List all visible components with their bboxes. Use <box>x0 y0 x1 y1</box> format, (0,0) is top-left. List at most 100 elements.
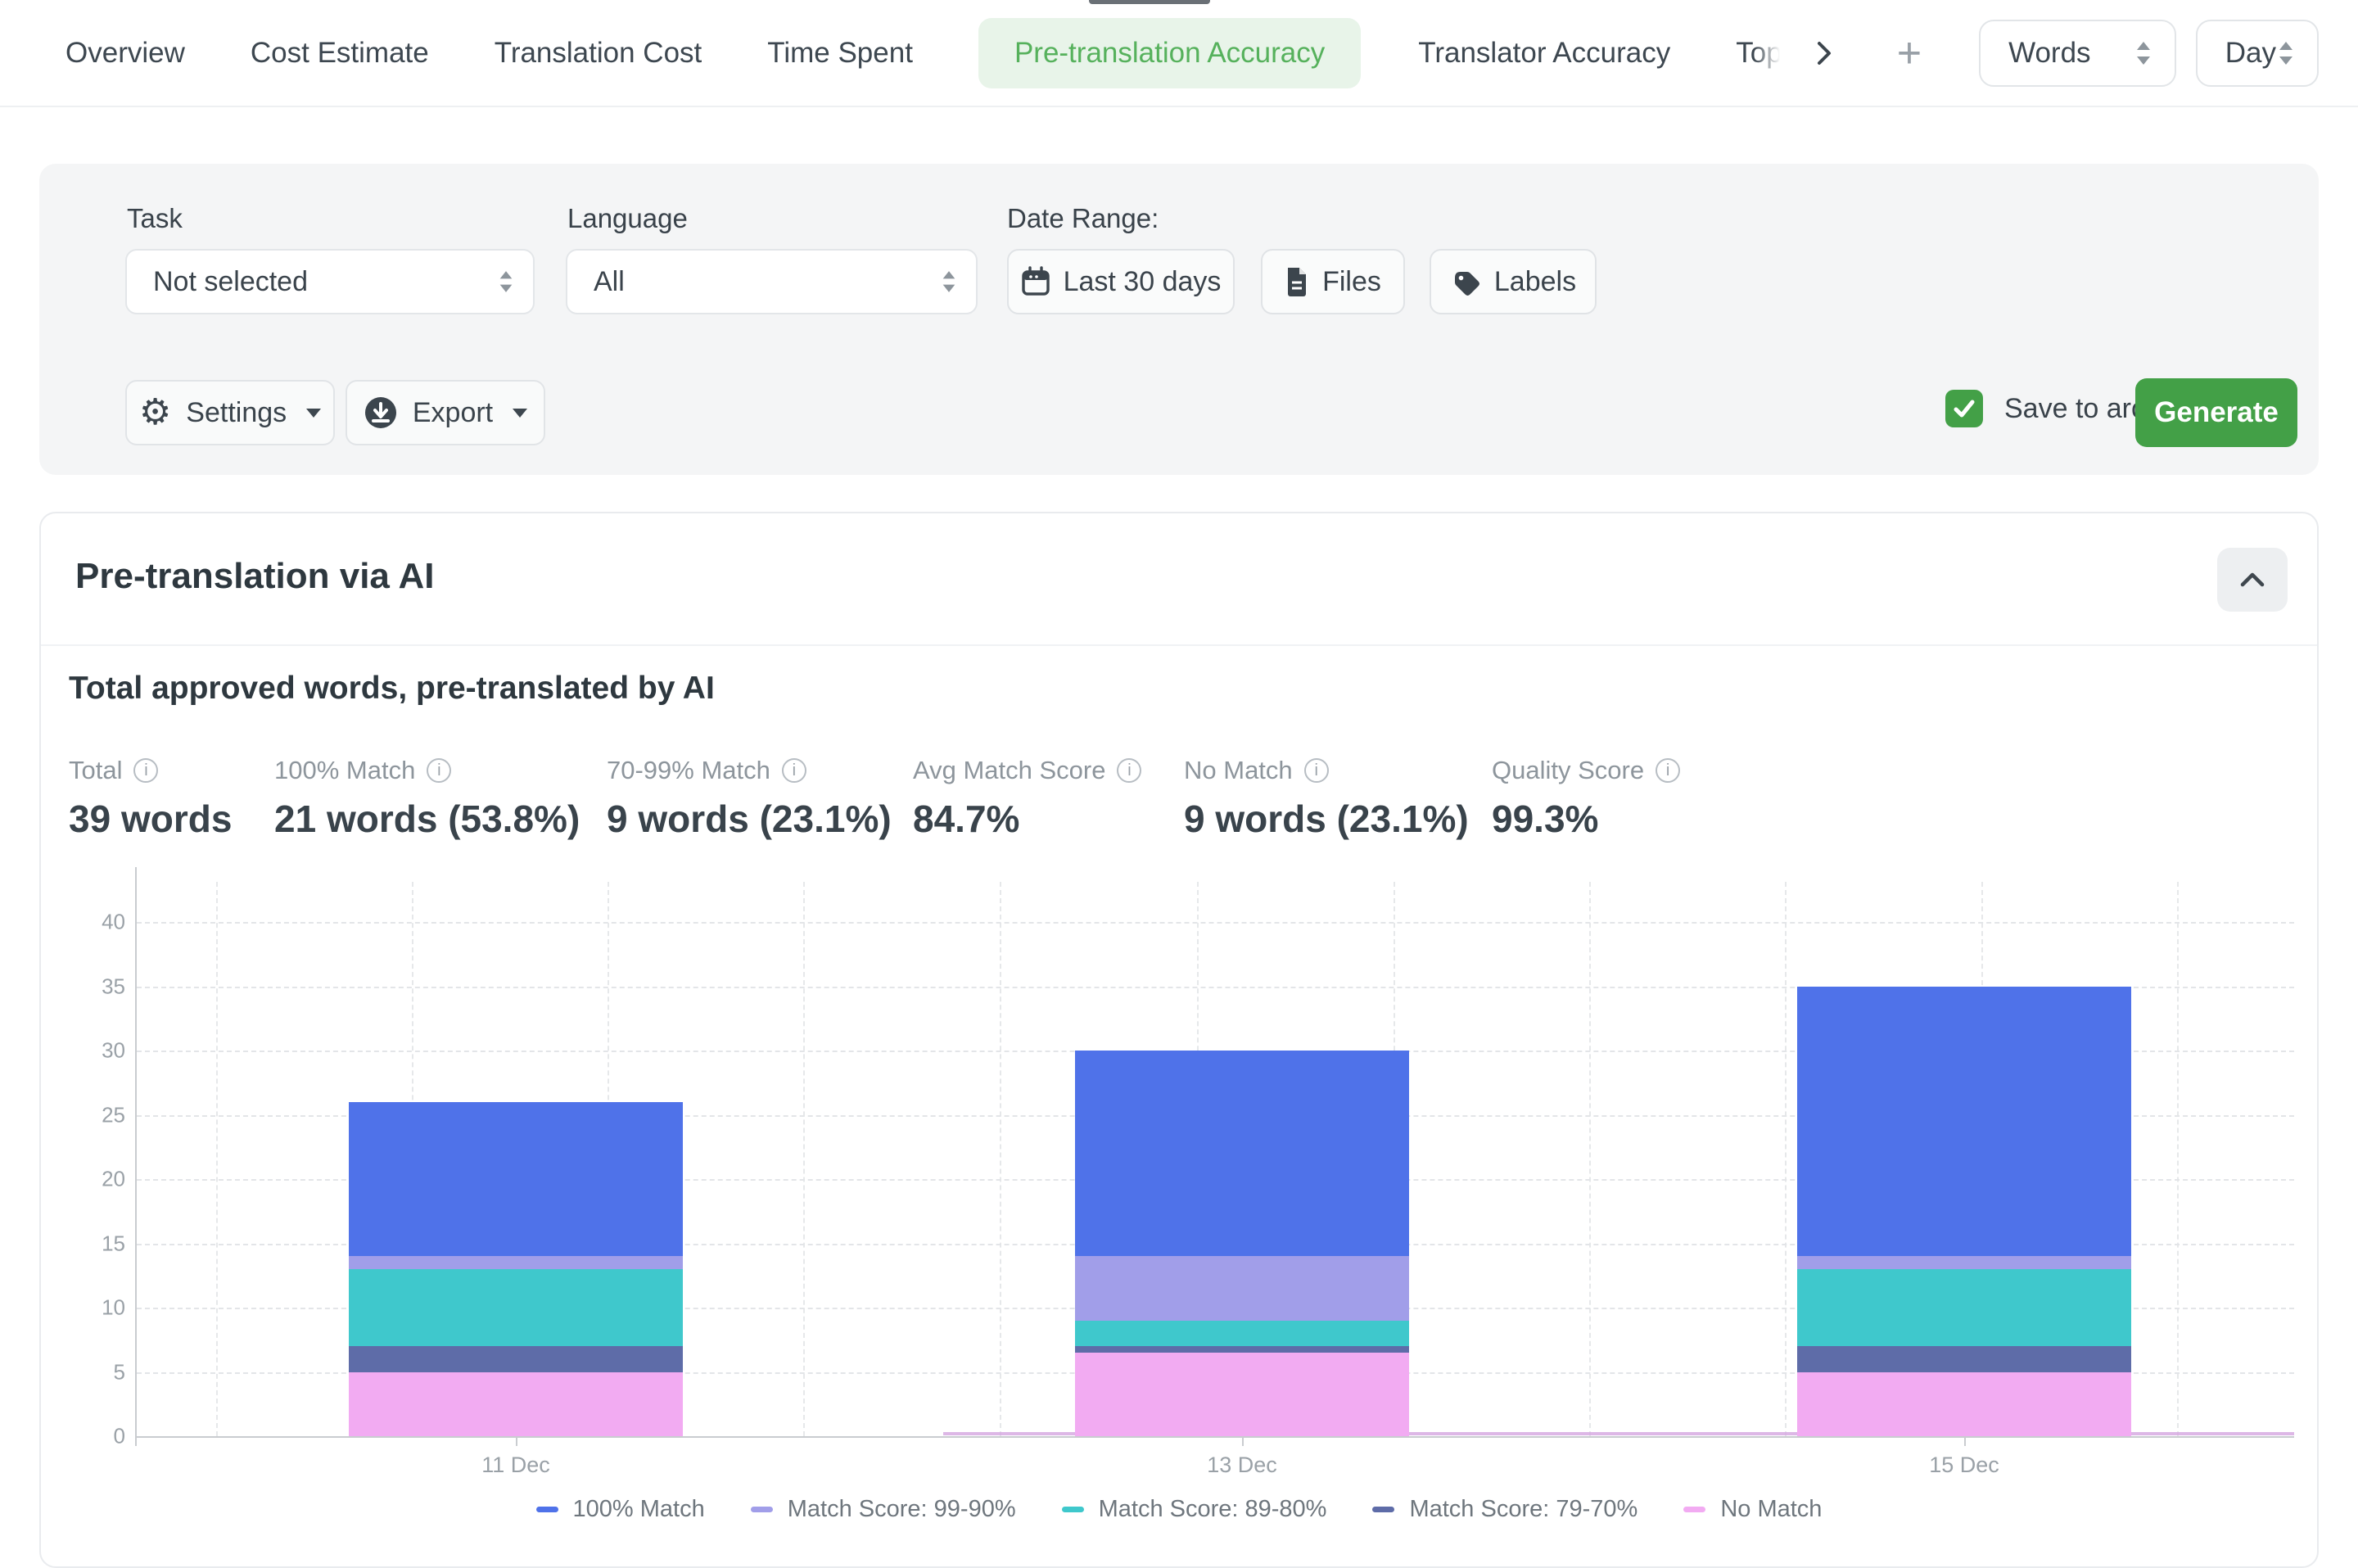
tab-translator-accuracy[interactable]: Translator Accuracy <box>1418 37 1670 70</box>
bar-segment-match-score-99-90-[interactable] <box>349 1256 683 1269</box>
bar-segment-match-score-89-80-[interactable] <box>349 1269 683 1346</box>
y-axis-line <box>135 867 137 1446</box>
task-select-value: Not selected <box>153 266 308 298</box>
date-range-label: Date Range: <box>1007 203 1159 234</box>
files-button[interactable]: Files <box>1261 249 1405 314</box>
info-icon[interactable]: i <box>133 758 158 783</box>
save-to-archive-checkbox[interactable] <box>1945 390 1983 427</box>
stat-label: Quality Score <box>1492 756 1644 785</box>
legend-swatch <box>536 1507 558 1512</box>
stat-label: No Match <box>1184 756 1293 785</box>
horizontal-gridline <box>137 1436 2294 1438</box>
language-select-value: All <box>594 266 625 298</box>
check-icon <box>1953 399 1976 418</box>
stats-row: Totali39 words100% Matchi21 words (53.8%… <box>41 756 2317 862</box>
legend-label: 100% Match <box>573 1496 705 1523</box>
stat-value: 84.7% <box>913 797 1141 841</box>
chart-legend: 100% Match Match Score: 99-90% Match Score… <box>41 1496 2317 1523</box>
tabs-overflow-chevron-right-icon[interactable] <box>1812 35 1836 71</box>
file-icon <box>1285 266 1309 297</box>
collapse-card-button[interactable] <box>2217 548 2288 612</box>
bar-segment-match-score-79-70-[interactable] <box>349 1346 683 1371</box>
chevron-up-icon <box>2240 572 2265 587</box>
divider <box>41 644 2317 646</box>
info-icon[interactable]: i <box>1117 758 1141 783</box>
stat-100-match: 100% Matchi21 words (53.8%) <box>274 756 580 841</box>
tab-top[interactable]: Top <box>1736 37 1782 70</box>
bar-segment-no-match[interactable] <box>1075 1353 1409 1436</box>
stacked-bar-chart: 051015202530354011 Dec13 Dec15 Dec <box>137 882 2294 1436</box>
bar-segment-match-score-89-80-[interactable] <box>1075 1321 1409 1346</box>
export-button[interactable]: Export <box>346 380 545 445</box>
y-axis-tick-label: 35 <box>102 974 125 999</box>
x-axis-label: 13 Dec <box>1207 1453 1277 1478</box>
bar-segment-match-score-79-70-[interactable] <box>1075 1346 1409 1353</box>
tab-pre-translation-accuracy[interactable]: Pre-translation Accuracy <box>978 18 1361 88</box>
stat-label: Avg Match Score <box>913 756 1105 785</box>
legend-label: Match Score: 89-80% <box>1099 1496 1327 1523</box>
stat-label: Total <box>69 756 122 785</box>
bar-segment-100-match[interactable] <box>1075 1051 1409 1256</box>
info-icon[interactable]: i <box>1656 758 1680 783</box>
y-axis-tick-label: 15 <box>102 1231 125 1256</box>
legend-swatch <box>1062 1507 1084 1512</box>
info-icon[interactable]: i <box>427 758 451 783</box>
settings-button[interactable]: ⚙ Settings <box>125 380 335 445</box>
legend-item-match-score-89-80-[interactable]: Match Score: 89-80% <box>1062 1496 1327 1523</box>
x-axis-tick <box>1964 1436 1966 1446</box>
tab-translation-cost[interactable]: Translation Cost <box>495 37 702 70</box>
y-axis-tick-label: 30 <box>102 1038 125 1064</box>
tab-cost-estimate[interactable]: Cost Estimate <box>251 37 429 70</box>
date-range-button[interactable]: Last 30 days <box>1007 249 1235 314</box>
tab-time-spent[interactable]: Time Spent <box>767 37 913 70</box>
legend-item-match-score-99-90-[interactable]: Match Score: 99-90% <box>751 1496 1016 1523</box>
bar-segment-no-match[interactable] <box>1797 1372 2131 1437</box>
vertical-gridline <box>2177 882 2179 1436</box>
tab-overview[interactable]: Overview <box>66 37 185 70</box>
bar-segment-match-score-89-80-[interactable] <box>1797 1269 2131 1346</box>
legend-item-100-match[interactable]: 100% Match <box>536 1496 705 1523</box>
generate-button[interactable]: Generate <box>2135 378 2297 447</box>
legend-label: No Match <box>1720 1496 1822 1523</box>
unit-select[interactable]: Words <box>1979 20 2176 87</box>
bar-segment-match-score-99-90-[interactable] <box>1797 1256 2131 1269</box>
vertical-gridline <box>1785 882 1787 1436</box>
bar-segment-no-match[interactable] <box>349 1372 683 1437</box>
bar-segment-match-score-99-90-[interactable] <box>1075 1256 1409 1321</box>
info-icon[interactable]: i <box>1304 758 1329 783</box>
language-select[interactable]: All <box>566 249 978 314</box>
task-label: Task <box>127 203 183 234</box>
stat-value: 99.3% <box>1492 797 1680 841</box>
x-axis-tick <box>516 1436 517 1446</box>
stat-70-99-match: 70-99% Matchi9 words (23.1%) <box>607 756 892 841</box>
date-range-value: Last 30 days <box>1064 266 1222 298</box>
period-select[interactable]: Day <box>2196 20 2319 87</box>
bar-segment-100-match[interactable] <box>1797 987 2131 1257</box>
files-button-label: Files <box>1322 266 1381 298</box>
legend-item-no-match[interactable]: No Match <box>1683 1496 1822 1523</box>
add-tab-button[interactable]: + <box>1897 32 1922 75</box>
stat-label: 70-99% Match <box>607 756 770 785</box>
stat-value: 39 words <box>69 797 232 841</box>
stat-quality-score: Quality Score i 99.3% <box>1492 756 1680 841</box>
export-button-label: Export <box>413 397 493 429</box>
info-icon[interactable]: i <box>782 758 806 783</box>
stat-avg-match-score: Avg Match Score i 84.7% <box>913 756 1141 841</box>
horizontal-gridline <box>137 922 2294 924</box>
bar-segment-match-score-79-70-[interactable] <box>1797 1346 2131 1371</box>
gear-icon: ⚙ <box>139 395 171 431</box>
settings-button-label: Settings <box>186 397 287 429</box>
y-axis-tick-label: 25 <box>102 1102 125 1127</box>
filters-panel: Task Not selected Language All Date Rang… <box>39 164 2319 475</box>
bar-segment-100-match[interactable] <box>349 1102 683 1256</box>
legend-item-match-score-79-70-[interactable]: Match Score: 79-70% <box>1372 1496 1638 1523</box>
y-axis-tick-label: 20 <box>102 1167 125 1192</box>
task-select[interactable]: Not selected <box>125 249 535 314</box>
stat-value: 9 words (23.1%) <box>1184 797 1469 841</box>
calendar-icon <box>1021 266 1050 297</box>
period-select-value: Day <box>2225 37 2276 70</box>
select-updown-icon <box>940 269 958 295</box>
stat-label: 100% Match <box>274 756 415 785</box>
labels-button[interactable]: Labels <box>1430 249 1597 314</box>
select-updown-icon <box>2276 39 2296 67</box>
